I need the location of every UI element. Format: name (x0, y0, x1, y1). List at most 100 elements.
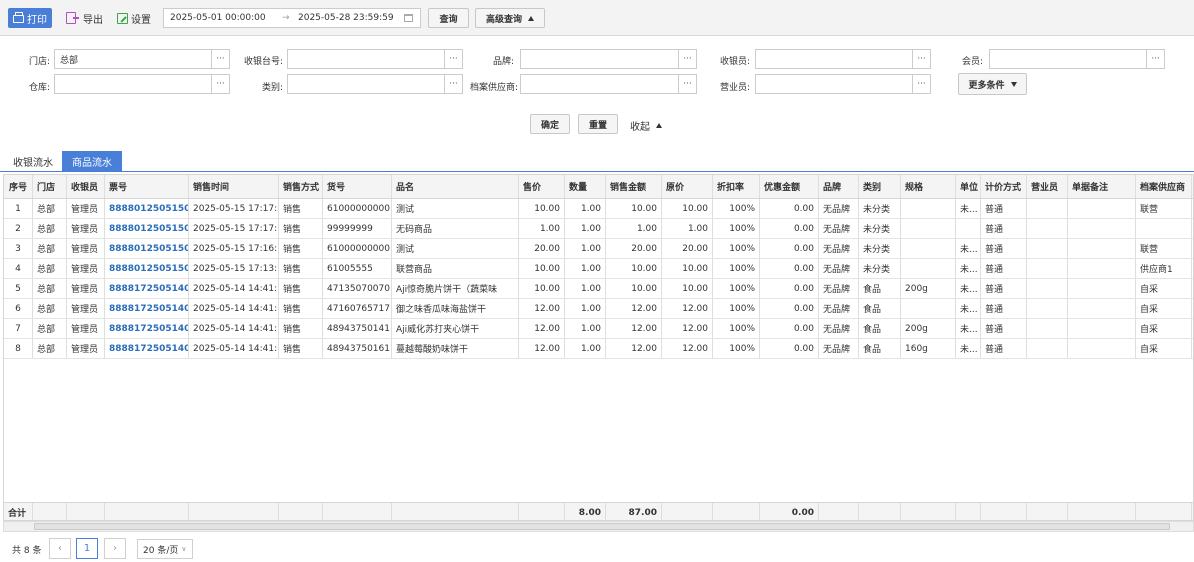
tab-product-flow[interactable]: 商品流水 (62, 151, 122, 172)
category-input[interactable]: ··· (287, 74, 463, 94)
header-store[interactable]: 门店 (33, 175, 67, 198)
warehouse-label: 仓库: (28, 83, 50, 93)
page-size-select[interactable]: 20 条/页 ∨ (137, 539, 193, 559)
header-sale-method[interactable]: 销售方式 (279, 175, 323, 198)
horizontal-scrollbar[interactable] (3, 521, 1194, 532)
header-sale-time[interactable]: 销售时间 (189, 175, 279, 198)
cell-quantity: 1.00 (565, 219, 606, 238)
header-original-price[interactable]: 原价 (662, 175, 713, 198)
cell-original-price: 10.00 (662, 199, 713, 218)
prev-page-button[interactable]: ‹ (49, 538, 71, 559)
cell-original-price: 12.00 (662, 299, 713, 318)
table-row[interactable]: 7总部管理员8888172505140...2025-05-14 14:41:.… (4, 319, 1193, 339)
print-button[interactable]: 打印 (8, 8, 52, 28)
header-seq[interactable]: 序号 (4, 175, 33, 198)
cell-sale-time: 2025-05-15 17:13:... (189, 259, 279, 278)
table-row[interactable]: 1总部管理员8888012505150...2025-05-15 17:17:.… (4, 199, 1193, 219)
settings-button[interactable]: 设置 (117, 8, 151, 28)
cell-product-name: 测试 (392, 239, 519, 258)
table-row[interactable]: 3总部管理员8888012505150...2025-05-15 17:16:.… (4, 239, 1193, 259)
supplier-input[interactable]: ··· (520, 74, 697, 94)
header-sku[interactable]: 货号 (323, 175, 392, 198)
next-page-button[interactable]: › (104, 538, 126, 559)
header-salesperson[interactable]: 营业员 (1027, 175, 1068, 198)
cell-discount-rate: 100% (713, 259, 760, 278)
member-more-button[interactable]: ··· (1146, 50, 1164, 68)
brand-input[interactable]: ··· (520, 49, 697, 69)
advanced-query-button[interactable]: 高级查询 (475, 8, 545, 28)
header-sale-amount[interactable]: 销售金额 (606, 175, 662, 198)
header-discount-rate[interactable]: 折扣率 (713, 175, 760, 198)
cell-store: 总部 (33, 259, 67, 278)
cell-ticket[interactable]: 8888172505140... (105, 279, 189, 298)
header-ticket[interactable]: 票号 (105, 175, 189, 198)
scrollbar-thumb[interactable] (34, 523, 1170, 530)
header-remark[interactable]: 单据备注 (1068, 175, 1136, 198)
cell-seq: 4 (4, 259, 33, 278)
confirm-button[interactable]: 确定 (530, 114, 570, 134)
cell-sku: 61005555 (323, 259, 392, 278)
cell-ticket[interactable]: 8888012505150... (105, 259, 189, 278)
cell-brand: 无品牌 (819, 339, 859, 358)
header-quantity[interactable]: 数量 (565, 175, 606, 198)
warehouse-input[interactable]: ··· (54, 74, 230, 94)
cell-ticket[interactable]: 8888012505150... (105, 199, 189, 218)
header-brand[interactable]: 品牌 (819, 175, 859, 198)
cell-ticket[interactable]: 8888012505150... (105, 219, 189, 238)
table-row[interactable]: 5总部管理员8888172505140...2025-05-14 14:41:.… (4, 279, 1193, 299)
salesperson-more-button[interactable]: ··· (912, 75, 930, 93)
cell-sale-amount: 12.00 (606, 319, 662, 338)
header-price[interactable]: 售价 (519, 175, 565, 198)
header-unit[interactable]: 单位 (956, 175, 981, 198)
more-conditions-button[interactable]: 更多条件 (958, 73, 1027, 95)
cell-brand: 无品牌 (819, 219, 859, 238)
header-spec[interactable]: 规格 (901, 175, 956, 198)
cell-sku: 48943750161... (323, 339, 392, 358)
cell-sale-time: 2025-05-15 17:17:... (189, 199, 279, 218)
header-product-name[interactable]: 品名 (392, 175, 519, 198)
cell-spec (901, 259, 956, 278)
cell-price: 12.00 (519, 299, 565, 318)
store-input[interactable]: 总部 ··· (54, 49, 230, 69)
cell-spec (901, 219, 956, 238)
header-supplier[interactable]: 档案供应商 (1136, 175, 1192, 198)
collapse-toggle[interactable]: 收起 (630, 118, 662, 133)
cell-seq: 7 (4, 319, 33, 338)
member-input[interactable]: ··· (989, 49, 1165, 69)
header-discount-amount[interactable]: 优惠金额 (760, 175, 819, 198)
cashier-input[interactable]: ··· (755, 49, 931, 69)
cell-discount-amount: 0.00 (760, 239, 819, 258)
cell-discount-amount: 0.00 (760, 219, 819, 238)
supplier-label: 档案供应商: (469, 83, 518, 93)
cell-unit: 未... (956, 279, 981, 298)
cell-product-name: Aji惊奇脆片饼干（蔬菜味 (392, 279, 519, 298)
query-button[interactable]: 查询 (428, 8, 469, 28)
cell-pricing-method: 普通 (981, 279, 1027, 298)
cell-product-name: 蔓越莓酸奶味饼干 (392, 339, 519, 358)
table-row[interactable]: 6总部管理员8888172505140...2025-05-14 14:41:.… (4, 299, 1193, 319)
date-range-picker[interactable]: 2025-05-01 00:00:00 → 2025-05-28 23:59:5… (163, 8, 421, 28)
register-input[interactable]: ··· (287, 49, 463, 69)
cell-sku: 61000000000... (323, 239, 392, 258)
table-row[interactable]: 4总部管理员8888012505150...2025-05-15 17:13:.… (4, 259, 1193, 279)
header-cashier[interactable]: 收银员 (67, 175, 105, 198)
cell-remark (1068, 319, 1136, 338)
cell-ticket[interactable]: 8888012505150... (105, 239, 189, 258)
data-grid: 序号 门店 收银员 票号 销售时间 销售方式 货号 品名 售价 数量 销售金额 原价 折扣率 优惠金额 品牌… (3, 174, 1194, 521)
reset-button[interactable]: 重置 (578, 114, 618, 134)
cell-ticket[interactable]: 8888172505140... (105, 339, 189, 358)
table-row[interactable]: 2总部管理员8888012505150...2025-05-15 17:17:.… (4, 219, 1193, 239)
triangle-down-icon (1010, 81, 1017, 87)
brand-label: 品牌: (492, 57, 514, 67)
cell-ticket[interactable]: 8888172505140... (105, 319, 189, 338)
cell-pricing-method: 普通 (981, 219, 1027, 238)
salesperson-input[interactable]: ··· (755, 74, 931, 94)
export-button[interactable]: 导出 (66, 8, 103, 28)
cell-ticket[interactable]: 8888172505140... (105, 299, 189, 318)
header-category[interactable]: 类别 (859, 175, 901, 198)
tab-cashier-flow[interactable]: 收银流水 (5, 151, 61, 172)
cell-sale-time: 2025-05-15 17:17:... (189, 219, 279, 238)
current-page-button[interactable]: 1 (76, 538, 98, 559)
header-pricing-method[interactable]: 计价方式 (981, 175, 1027, 198)
table-row[interactable]: 8总部管理员8888172505140...2025-05-14 14:41:.… (4, 339, 1193, 359)
